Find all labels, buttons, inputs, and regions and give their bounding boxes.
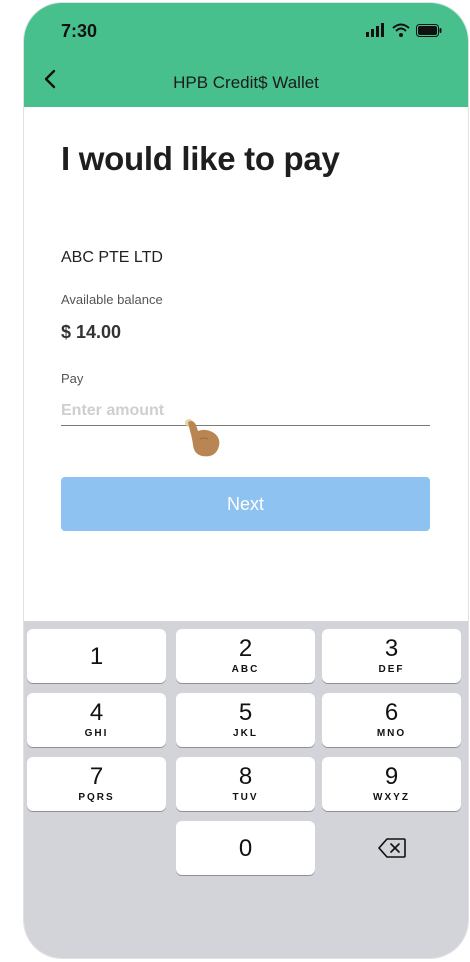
key-9[interactable]: 9 WXYZ [322,757,461,811]
key-letters: DEF [378,664,405,675]
backspace-icon [377,838,406,858]
pay-label: Pay [61,371,84,386]
balance-label: Available balance [61,292,163,307]
key-5[interactable]: 5 JKL [176,693,315,747]
key-letters: MNO [376,728,407,739]
key-digit: 3 [384,635,399,662]
key-digit: 4 [89,699,104,726]
app-header: 7:30 HPB Credit$ Wallet [24,3,468,107]
next-button[interactable]: Next [61,477,430,531]
key-1[interactable]: 1 [27,629,166,683]
balance-value: $ 14.00 [61,322,122,342]
key-3[interactable]: 3 DEF [322,629,461,683]
hand-pointer-icon [185,419,220,457]
key-digit: 7 [89,763,104,790]
key-6[interactable]: 6 MNO [322,693,461,747]
key-digit: 0 [238,835,253,862]
key-8[interactable]: 8 TUV [176,757,315,811]
key-letters: GHI [84,728,109,739]
merchant-name: ABC PTE LTD [61,249,163,266]
key-digit: 1 [89,643,104,670]
key-digit: 8 [238,763,253,790]
signal-icon [366,23,384,37]
numeric-keypad: 1 2 ABC 3 DEF 4 GHI 5 JKL 6 MNO 7 PQRS 8… [24,621,468,958]
key-4[interactable]: 4 GHI [27,693,166,747]
key-letters: TUV [232,792,259,803]
nav-title: HPB Credit$ Wallet [173,73,319,92]
key-digit: 2 [238,635,253,662]
key-letters: JKL [233,728,258,739]
delete-key[interactable] [322,821,461,875]
battery-icon [416,23,442,37]
key-letters: ABC [231,664,260,675]
key-digit: 6 [384,699,399,726]
key-letters: WXYZ [373,792,410,803]
phone-screen: 7:30 HPB Credit$ Wallet I would like to … [24,3,468,958]
key-letters: PQRS [78,792,115,803]
key-7[interactable]: 7 PQRS [27,757,166,811]
page-title: I would like to pay [61,140,340,177]
amount-input[interactable] [61,397,430,426]
wifi-icon [392,23,410,37]
key-0[interactable]: 0 [176,821,315,875]
key-2[interactable]: 2 ABC [176,629,315,683]
key-digit: 9 [384,763,399,790]
key-digit: 5 [238,699,253,726]
status-time: 7:30 [61,21,98,41]
status-icons [366,23,442,37]
